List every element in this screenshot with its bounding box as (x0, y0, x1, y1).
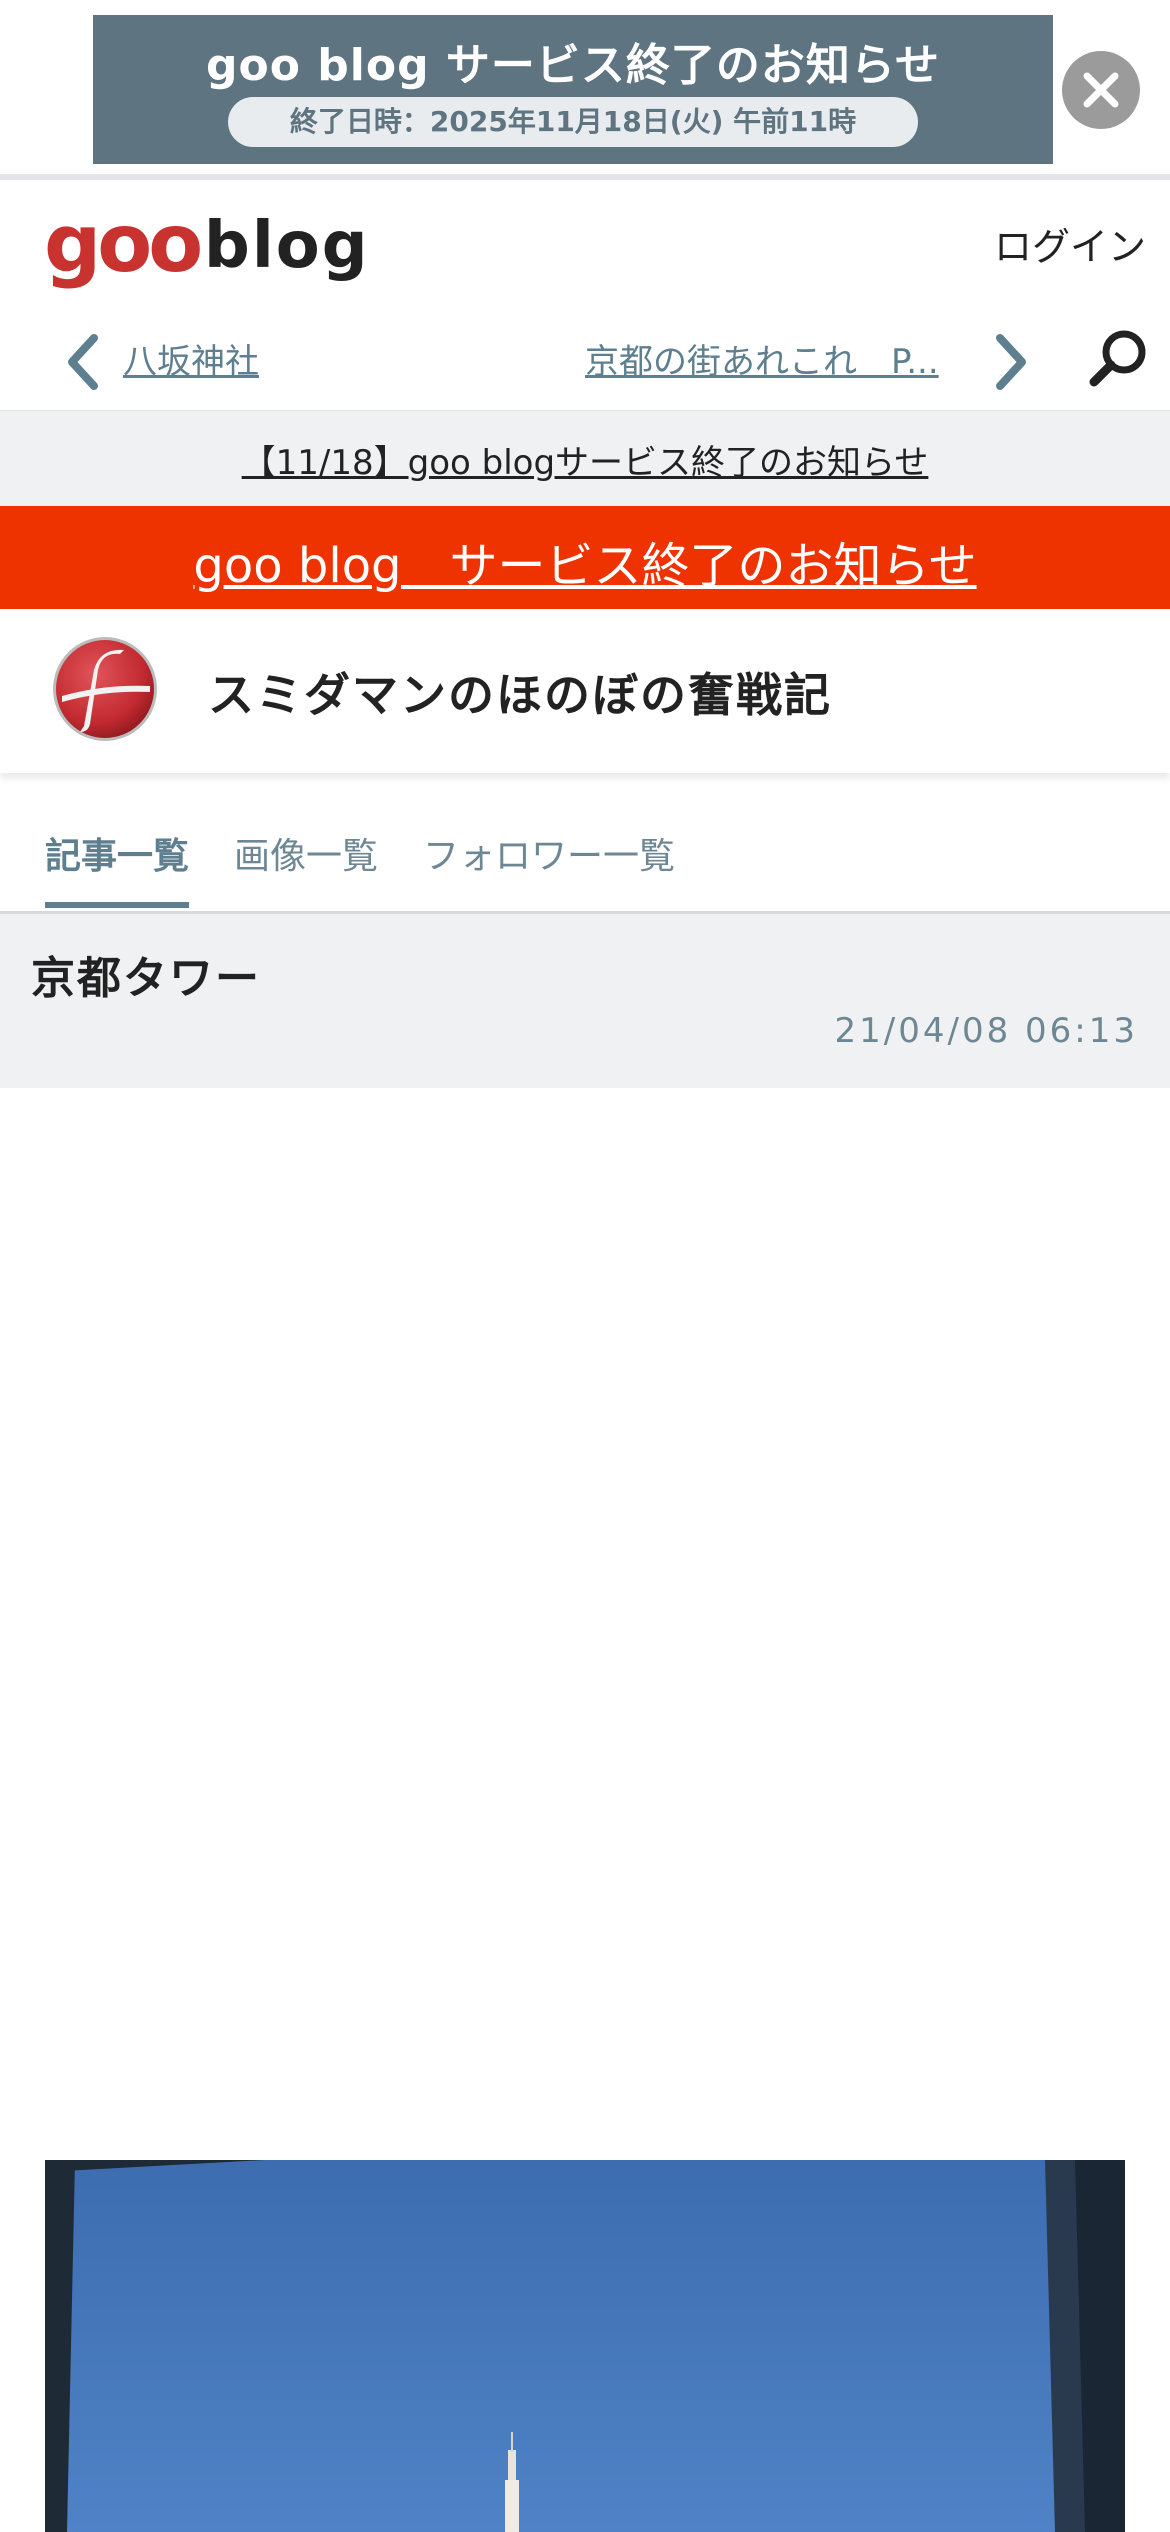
blog-tabs: 記事一覧 画像一覧 フォロワー一覧 (0, 791, 1170, 914)
top-ad-area: goo blog サービス終了のお知らせ 終了日時：2025年11月18日(火)… (0, 0, 1170, 180)
search-icon[interactable] (1086, 326, 1150, 390)
tab-followers[interactable]: フォロワー一覧 (423, 827, 675, 879)
service-end-promo-banner[interactable]: goo blog サービス終了のお知らせ 終了日時：2025年11月18日(火)… (93, 15, 1053, 164)
article-date: 21/04/08 06:13 (834, 1011, 1138, 1051)
next-article-link[interactable]: 京都の街あれこれ P... (585, 334, 965, 383)
tab-images[interactable]: 画像一覧 (234, 827, 378, 879)
article-title: 京都タワー (31, 953, 261, 1004)
logo-blog-text: blog (204, 209, 370, 283)
prev-article-link[interactable]: 八坂神社 (123, 334, 259, 383)
red-banner-link[interactable]: goo blog サービス終了のお知らせ (0, 526, 1170, 596)
blog-title[interactable]: スミダマンのほのぼの奮戦記 (208, 659, 832, 725)
service-end-notice-link[interactable]: 【11/18】goo blogサービス終了のお知らせ (0, 435, 1170, 484)
service-end-red-banner: goo blog サービス終了のお知らせ (0, 506, 1170, 609)
active-tab-indicator (45, 902, 189, 908)
site-header: goo blog ログイン 八坂神社 京都の街あれこれ P... (0, 186, 1170, 410)
promo-title: goo blog サービス終了のお知らせ (205, 40, 940, 91)
chevron-right-icon[interactable] (992, 332, 1032, 392)
kyoto-tower-photo (45, 2160, 1125, 2532)
logo-goo-text: goo (44, 197, 203, 290)
close-banner-button[interactable] (1062, 51, 1140, 129)
blog-identity: スミダマンのほのぼの奮戦記 (0, 609, 1170, 773)
article-photo[interactable] (45, 2160, 1125, 2532)
tab-articles[interactable]: 記事一覧 (45, 827, 189, 879)
article-header: 京都タワー 21/04/08 06:13 (0, 914, 1170, 1088)
login-link[interactable]: ログイン (994, 216, 1146, 271)
notice-strip: 【11/18】goo blogサービス終了のお知らせ (0, 410, 1170, 506)
blog-avatar[interactable] (50, 634, 160, 744)
article-navigation: 八坂神社 京都の街あれこれ P... (0, 306, 1170, 410)
close-icon (1083, 72, 1119, 108)
promo-subtitle: 終了日時：2025年11月18日(火) 午前11時 (228, 97, 918, 147)
chevron-left-icon[interactable] (62, 332, 102, 392)
